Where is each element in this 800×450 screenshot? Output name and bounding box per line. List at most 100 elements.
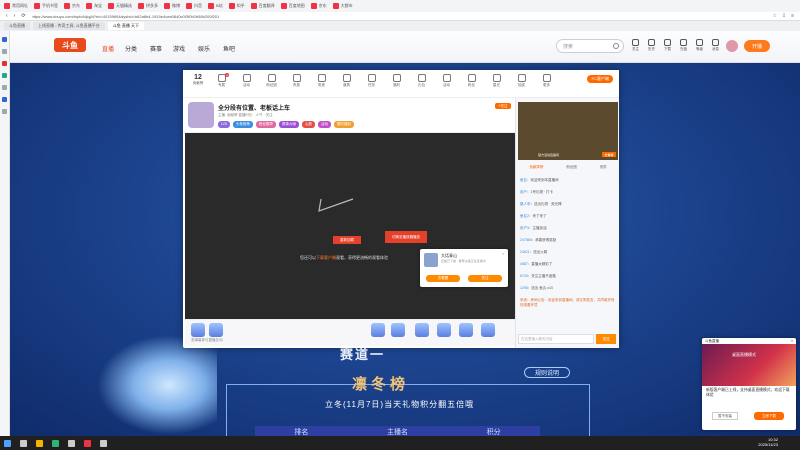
mini-video[interactable]: 官方活动直播间 去看看 xyxy=(518,102,618,160)
level-button[interactable]: 等级 xyxy=(696,39,703,52)
tag[interactable]: 活动 xyxy=(317,121,331,128)
bookmark-item[interactable]: 大都市 xyxy=(332,3,353,9)
nav-category[interactable]: 分类 xyxy=(125,44,137,53)
follow-button[interactable]: 关注 xyxy=(632,39,639,52)
room-icon-item[interactable]: 电竞 xyxy=(311,74,332,88)
follow-streamer-button[interactable]: +关注 xyxy=(495,103,511,109)
open-live-button[interactable]: 开播 xyxy=(744,40,770,52)
browser-tab[interactable]: 上线直播 - 传奇工具, 斗鱼直播平台 xyxy=(33,22,105,30)
close-icon[interactable]: × xyxy=(502,251,504,256)
download-client-link[interactable]: 下载客户端 xyxy=(316,255,336,260)
tag[interactable]: 粉丝徽章 xyxy=(255,121,276,128)
mini-video-button[interactable]: 去看看 xyxy=(602,152,616,157)
url-field[interactable]: https://www.douyu.com/topic/ldjqj4t?rid=… xyxy=(32,14,767,19)
barrage-input[interactable]: 发弹幕参与直播互动 xyxy=(191,338,223,343)
avatar[interactable] xyxy=(726,40,738,52)
video-icon[interactable] xyxy=(2,61,7,66)
tag[interactable]: 心愿 xyxy=(301,121,315,128)
gift-item[interactable] xyxy=(415,323,429,337)
nav-fishbar[interactable]: 鱼吧 xyxy=(223,44,235,53)
nav-live[interactable]: 直播 xyxy=(102,44,114,53)
browser-tab[interactable]: 斗鱼直播 xyxy=(4,22,30,30)
search-icon[interactable] xyxy=(20,439,27,447)
gift-item[interactable] xyxy=(209,323,223,337)
room-icon-item[interactable]: 专属 ● xyxy=(211,73,232,88)
send-button[interactable]: 发送 xyxy=(596,334,616,344)
toast-dismiss-button[interactable]: 暂不安装 xyxy=(712,412,738,420)
toast-download-button[interactable]: 立即下载 xyxy=(754,412,784,420)
tab-fans[interactable]: 粉丝团 xyxy=(566,165,577,170)
settings-icon[interactable] xyxy=(2,109,7,114)
gift-item[interactable] xyxy=(191,323,205,337)
room-icon-item[interactable]: 粉丝 xyxy=(461,74,482,88)
tab-contribution[interactable]: 贡献周榜 xyxy=(529,165,543,170)
tag[interactable]: LV5 xyxy=(218,121,230,128)
bookmark-item[interactable]: 拼多多 xyxy=(138,3,158,9)
site-logo[interactable]: 斗鱼 xyxy=(54,38,86,52)
room-icon-item[interactable]: 福利 xyxy=(386,74,407,88)
recharge-button[interactable]: 充值 xyxy=(680,39,687,52)
gift-item[interactable] xyxy=(391,323,405,337)
gift-item[interactable] xyxy=(481,323,495,337)
forward-icon[interactable]: › xyxy=(14,13,16,19)
room-icon-item[interactable]: 活动 xyxy=(236,74,257,88)
mail-icon[interactable] xyxy=(2,85,7,90)
bookmark-item[interactable]: 常用网址 xyxy=(4,3,28,9)
popup-watch-button[interactable]: 去看看 xyxy=(426,275,460,282)
browser-tab-active[interactable]: 斗鱼 直播 天下 xyxy=(107,22,145,30)
contribution-rank[interactable]: 12 贡献榜 xyxy=(189,74,207,86)
room-icon-item[interactable]: 粉丝团 xyxy=(261,74,282,88)
bookmark-item[interactable]: 京东 xyxy=(310,3,327,9)
popup-follow-button[interactable]: 关注 xyxy=(468,275,502,282)
popup-avatar[interactable] xyxy=(424,253,438,267)
video-player[interactable]: 重新加载 切换至播放器播放 您还可以下载客户端观看，获得更流畅的观看体验 大话青… xyxy=(185,133,515,319)
menu-icon[interactable]: ≡ xyxy=(791,13,794,19)
room-icon-item[interactable]: 活动 xyxy=(436,74,457,88)
room-icon-item[interactable]: 任务 xyxy=(361,74,382,88)
room-icon-item[interactable]: 更多 xyxy=(536,74,557,88)
home-icon[interactable] xyxy=(2,37,7,42)
favorites-icon[interactable] xyxy=(2,49,7,54)
room-icon-item[interactable]: 道具 xyxy=(336,74,357,88)
bookmark-item[interactable]: 微博 xyxy=(164,3,180,9)
browser-icon[interactable] xyxy=(52,439,59,447)
star-icon[interactable]: ☆ xyxy=(772,13,776,19)
start-icon[interactable] xyxy=(4,439,11,447)
streamer-avatar[interactable] xyxy=(188,102,214,128)
message-button[interactable]: 消息 xyxy=(712,39,719,52)
nav-games[interactable]: 游戏 xyxy=(173,44,185,53)
app-icon[interactable] xyxy=(68,439,75,447)
tab-vip[interactable]: 贵宾 xyxy=(600,165,607,170)
bookmark-item[interactable]: 京东 xyxy=(64,3,80,9)
room-icon-item[interactable]: 贵族 xyxy=(286,74,307,88)
rules-button[interactable]: 规则说明 xyxy=(524,367,570,378)
download-button[interactable]: 下载 xyxy=(664,39,671,52)
system-clock[interactable]: 10:32 2025/11/23 xyxy=(758,437,778,447)
bookmark-item[interactable]: B站 xyxy=(208,3,223,9)
folder-icon[interactable] xyxy=(36,439,43,447)
pc-client-button[interactable]: PC客户端 xyxy=(587,75,613,83)
bookmark-item[interactable]: 淘宝 xyxy=(86,3,102,9)
bookmark-item[interactable]: 知乎 xyxy=(228,3,245,9)
app-icon[interactable] xyxy=(100,439,107,447)
room-icon-item[interactable]: 抽奖 xyxy=(511,74,532,88)
gift-item[interactable] xyxy=(459,323,473,337)
bookmark-item[interactable]: 百度地图 xyxy=(280,3,305,9)
gift-item[interactable] xyxy=(437,323,451,337)
bookmark-item[interactable]: 抖音 xyxy=(186,3,202,9)
gift-item[interactable] xyxy=(371,323,385,337)
room-icon-item[interactable]: 星光 xyxy=(486,74,507,88)
bookmark-item[interactable]: 手机书签 xyxy=(34,3,58,9)
room-icon-item[interactable]: 礼包 xyxy=(411,74,432,88)
tag[interactable]: 赛事大咖 xyxy=(278,121,299,128)
app-icon[interactable] xyxy=(84,439,91,447)
app-icon[interactable] xyxy=(2,73,7,78)
chat-input[interactable]: 在这里输入聊天内容 xyxy=(518,334,594,344)
tag[interactable]: 限时福利 xyxy=(333,121,354,128)
switch-player-button[interactable]: 切换至播放器播放 xyxy=(385,231,427,243)
bookmark-item[interactable]: 天猫精选 xyxy=(108,3,132,9)
reload-button[interactable]: 重新加载 xyxy=(333,236,361,244)
bookmark-item[interactable]: 百度翻译 xyxy=(250,3,275,9)
search-input[interactable]: 搜索 xyxy=(556,39,624,53)
search-icon[interactable] xyxy=(613,43,619,49)
